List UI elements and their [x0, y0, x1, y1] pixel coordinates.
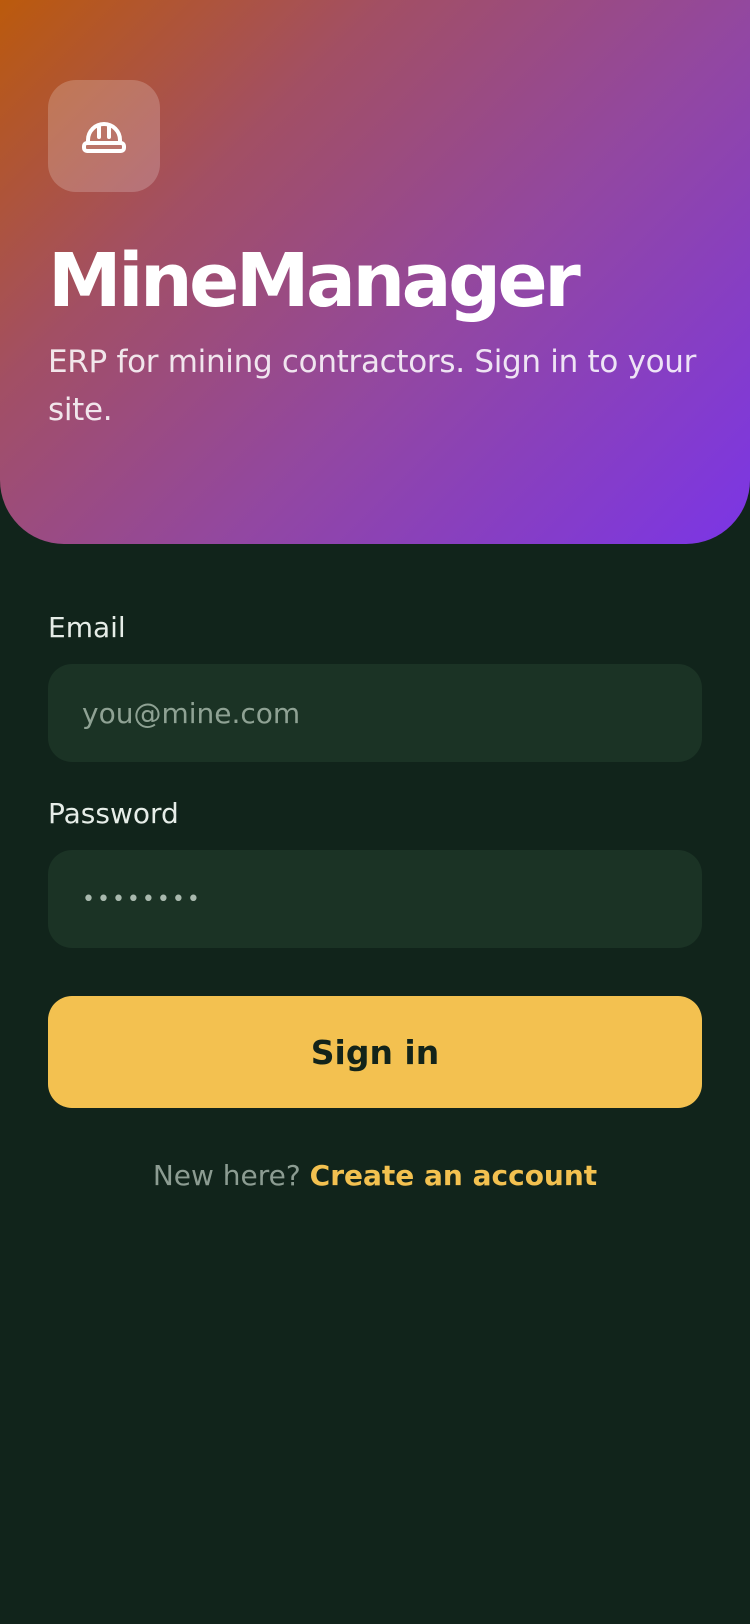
app-subtitle: ERP for mining contractors. Sign in to y…	[48, 344, 697, 428]
password-field[interactable]	[48, 850, 702, 948]
signup-prompt-row: New here? Create an account	[0, 1156, 750, 1196]
password-label: Password	[48, 797, 179, 830]
hard-hat-icon	[82, 122, 126, 153]
email-field[interactable]	[48, 664, 702, 762]
app-logo	[48, 80, 160, 192]
email-label: Email	[48, 611, 126, 644]
signup-prompt-text: New here?	[152, 1159, 301, 1192]
app-title: MineManager	[48, 238, 581, 324]
hero-header: MineManager ERP for mining contractors. …	[0, 0, 750, 544]
login-screen: MineManager ERP for mining contractors. …	[0, 0, 750, 1624]
create-account-link[interactable]: Create an account	[310, 1159, 598, 1192]
sign-in-button[interactable]: Sign in	[48, 996, 702, 1108]
